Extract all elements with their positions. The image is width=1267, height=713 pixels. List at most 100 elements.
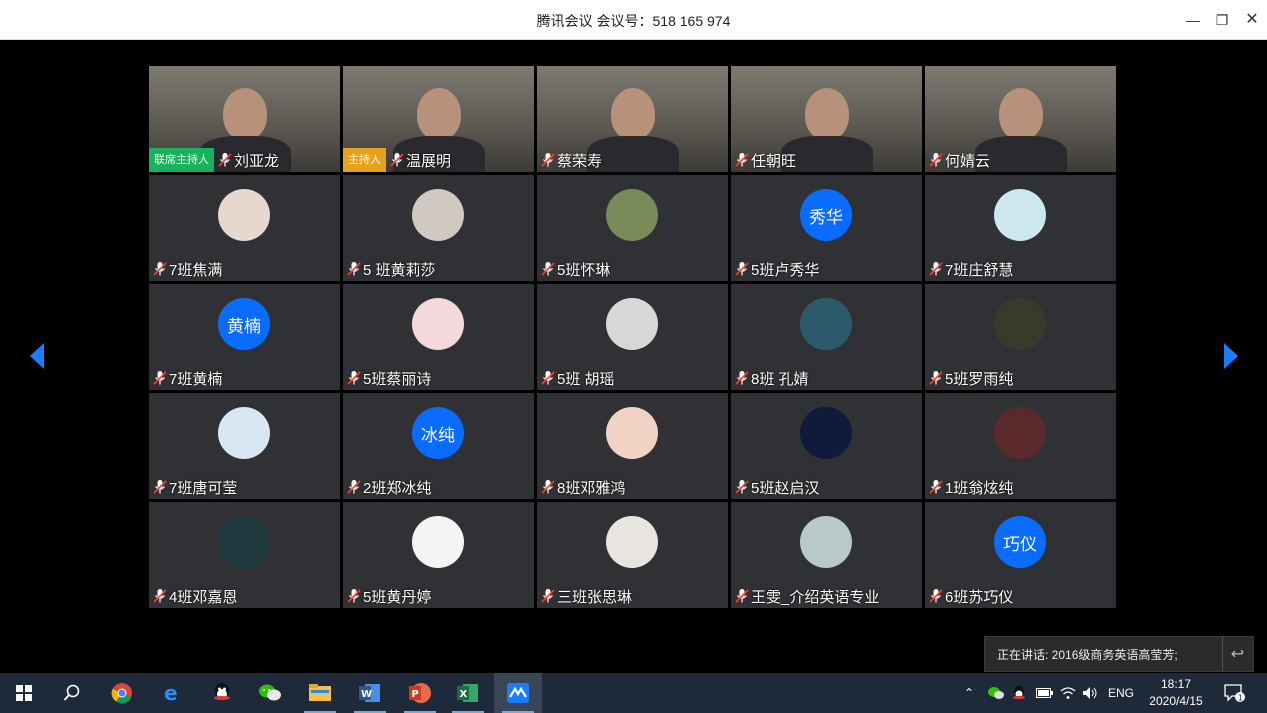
participant-tile[interactable]: 冰纯 2班郑冰纯 xyxy=(343,393,534,499)
volume-icon[interactable] xyxy=(1082,673,1098,713)
restore-button[interactable]: ❐ xyxy=(1210,8,1234,32)
avatar: 冰纯 xyxy=(412,407,464,459)
svg-text:W: W xyxy=(361,689,372,700)
edge-icon[interactable]: e xyxy=(148,673,196,713)
tencent-meeting-icon[interactable] xyxy=(494,673,542,713)
avatar xyxy=(994,298,1046,350)
meeting-stage: 联席主持人 刘亚龙 主持人 温展明 蔡荣寿 任朝旺 何婧云 7班焦满 5 班黄莉莎 5班怀琳 秀华 5… xyxy=(0,40,1267,673)
participant-tile[interactable]: 5班 胡瑶 xyxy=(537,284,728,390)
prev-page-arrow-icon[interactable] xyxy=(30,343,44,369)
participant-name: 5班 胡瑶 xyxy=(557,370,615,388)
participant-name: 7班焦满 xyxy=(169,261,223,279)
minimize-button[interactable]: — xyxy=(1181,8,1205,32)
participant-tile[interactable]: 何婧云 xyxy=(925,66,1116,172)
svg-text:X: X xyxy=(460,689,468,700)
participant-name: 7班庄舒慧 xyxy=(945,261,1014,279)
participant-name: 5 班黄莉莎 xyxy=(363,261,436,279)
mic-muted-icon xyxy=(735,371,749,385)
avatar: 秀华 xyxy=(800,189,852,241)
close-button[interactable]: ✕ xyxy=(1240,8,1264,32)
participant-tile[interactable]: 5 班黄莉莎 xyxy=(343,175,534,281)
excel-icon[interactable]: X xyxy=(444,673,492,713)
participant-tile[interactable]: 任朝旺 xyxy=(731,66,922,172)
cohost-badge: 联席主持人 xyxy=(149,148,214,172)
participant-tile[interactable]: 5班赵启汉 xyxy=(731,393,922,499)
input-language[interactable]: ENG xyxy=(1108,673,1134,713)
mic-muted-icon xyxy=(153,262,167,276)
mic-muted-icon xyxy=(153,480,167,494)
mic-muted-icon xyxy=(735,480,749,494)
qq-tray-icon[interactable] xyxy=(1012,673,1026,713)
name-plate: 7班庄舒慧 xyxy=(925,257,1013,281)
avatar xyxy=(412,189,464,241)
name-plate: 7班焦满 xyxy=(149,257,222,281)
title-bar: 腾讯会议 会议号：518 165 974 — ❐ ✕ xyxy=(0,0,1267,40)
file-explorer-icon[interactable] xyxy=(296,673,344,713)
wechat-tray-icon[interactable] xyxy=(988,673,1004,713)
participant-name: 温展明 xyxy=(406,152,452,170)
avatar xyxy=(218,516,270,568)
participant-tile[interactable]: 黄楠 7班黄楠 xyxy=(149,284,340,390)
avatar xyxy=(994,189,1046,241)
avatar xyxy=(994,407,1046,459)
mic-muted-icon xyxy=(735,153,749,167)
wechat-icon[interactable] xyxy=(246,673,294,713)
qq-icon[interactable] xyxy=(198,673,246,713)
next-page-arrow-icon[interactable] xyxy=(1224,343,1238,369)
participant-tile[interactable]: 7班唐可莹 xyxy=(149,393,340,499)
clock[interactable]: 18:17 2020/4/15 xyxy=(1140,676,1212,710)
participant-tile[interactable]: 5班罗雨纯 xyxy=(925,284,1116,390)
participant-tile[interactable]: 4班邓嘉恩 xyxy=(149,502,340,608)
person-silhouette xyxy=(417,88,461,140)
participant-name: 6班苏巧仪 xyxy=(945,588,1014,606)
participant-tile[interactable]: 蔡荣寿 xyxy=(537,66,728,172)
collapse-icon[interactable]: ↩ xyxy=(1222,637,1252,671)
mic-muted-icon xyxy=(153,589,167,603)
mic-muted-icon xyxy=(735,589,749,603)
participant-tile[interactable]: 5班蔡丽诗 xyxy=(343,284,534,390)
participant-name: 5班赵启汉 xyxy=(751,479,820,497)
participant-tile[interactable]: 主持人 温展明 xyxy=(343,66,534,172)
powerpoint-icon[interactable]: P xyxy=(396,673,444,713)
participant-tile[interactable]: 7班庄舒慧 xyxy=(925,175,1116,281)
participant-tile[interactable]: 秀华 5班卢秀华 xyxy=(731,175,922,281)
name-plate: 5 班黄莉莎 xyxy=(343,257,436,281)
speaking-indicator: 正在讲话: 2016级商务英语高莹芳; ↩ xyxy=(984,636,1254,672)
show-hidden-icons-icon[interactable]: ⌃ xyxy=(964,673,974,713)
person-silhouette xyxy=(611,88,655,140)
notification-count: 1 xyxy=(1238,694,1243,703)
name-plate: 三班张思琳 xyxy=(537,584,632,608)
participant-tile[interactable]: 8班 孔婧 xyxy=(731,284,922,390)
name-plate: 8班 孔婧 xyxy=(731,366,809,390)
participant-name: 5班卢秀华 xyxy=(751,261,820,279)
action-center-icon[interactable]: 1 xyxy=(1224,673,1246,713)
avatar xyxy=(800,516,852,568)
wifi-icon[interactable] xyxy=(1060,673,1076,713)
participant-tile[interactable]: 联席主持人 刘亚龙 xyxy=(149,66,340,172)
mic-muted-icon xyxy=(929,480,943,494)
participant-tile[interactable]: 巧仪 6班苏巧仪 xyxy=(925,502,1116,608)
word-icon[interactable]: W xyxy=(346,673,394,713)
search-icon[interactable] xyxy=(48,673,96,713)
participant-tile[interactable]: 7班焦满 xyxy=(149,175,340,281)
participant-name: 1班翁炫纯 xyxy=(945,479,1014,497)
participant-tile[interactable]: 三班张思琳 xyxy=(537,502,728,608)
avatar: 巧仪 xyxy=(994,516,1046,568)
name-plate: 5班卢秀华 xyxy=(731,257,819,281)
participant-name: 7班唐可莹 xyxy=(169,479,238,497)
mic-muted-icon xyxy=(347,480,361,494)
participant-tile[interactable]: 1班翁炫纯 xyxy=(925,393,1116,499)
avatar xyxy=(218,407,270,459)
participant-tile[interactable]: 王雯_介绍英语专业 xyxy=(731,502,922,608)
person-silhouette xyxy=(223,88,267,140)
windows-start-icon[interactable] xyxy=(0,673,48,713)
participant-name: 任朝旺 xyxy=(751,152,797,170)
avatar xyxy=(606,407,658,459)
mic-muted-icon xyxy=(929,589,943,603)
battery-icon[interactable] xyxy=(1036,673,1054,713)
participant-tile[interactable]: 5班黄丹婷 xyxy=(343,502,534,608)
participant-tile[interactable]: 8班邓雅鸿 xyxy=(537,393,728,499)
name-plate: 4班邓嘉恩 xyxy=(149,584,237,608)
chrome-icon[interactable] xyxy=(98,673,146,713)
participant-tile[interactable]: 5班怀琳 xyxy=(537,175,728,281)
